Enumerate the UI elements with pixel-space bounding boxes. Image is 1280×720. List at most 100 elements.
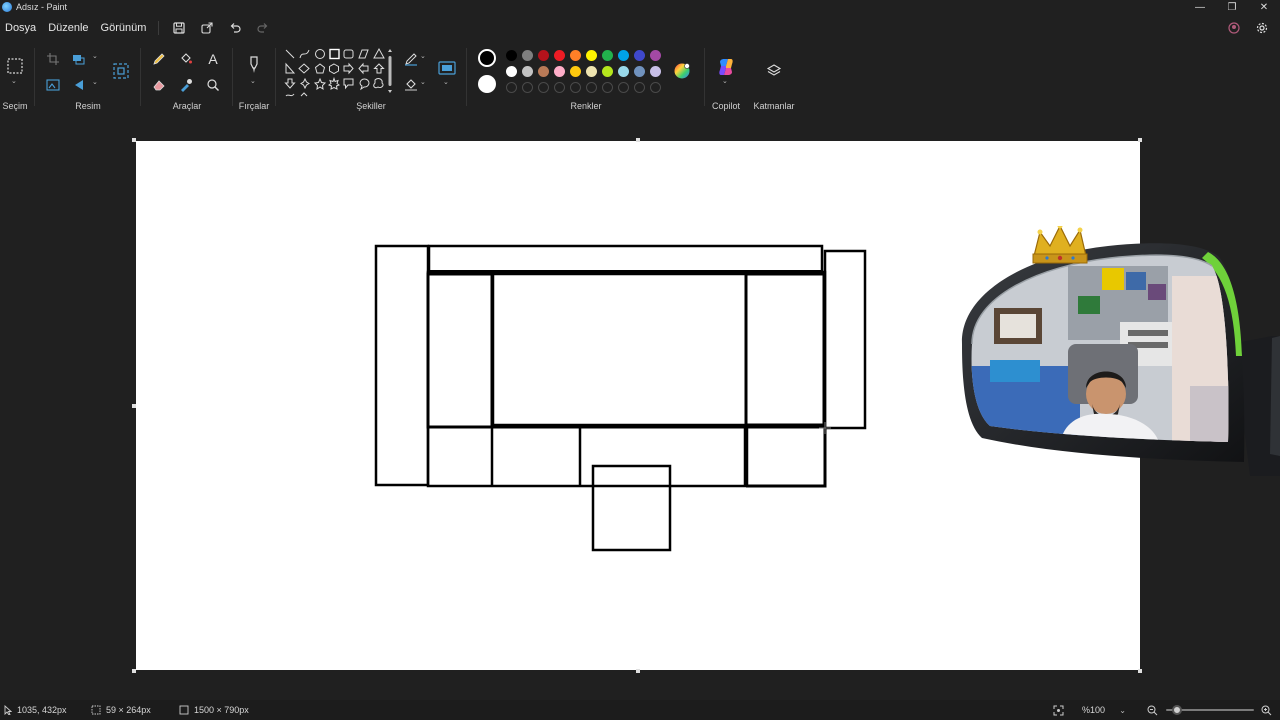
crosshair-cursor-icon [819,422,831,434]
brushes-label: Fırçalar [238,101,270,111]
primary-color[interactable] [478,49,496,67]
fill-chevron-down-icon[interactable]: ⌄ [420,78,426,86]
color-swatch[interactable] [634,66,645,77]
custom-color-slot[interactable] [602,82,613,93]
outline-chevron-down-icon[interactable]: ⌄ [420,52,426,60]
secondary-color[interactable] [478,75,496,93]
resize-chevron-down-icon[interactable]: ⌄ [92,52,98,60]
color-swatch[interactable] [650,50,661,61]
color-picker-icon[interactable] [175,74,197,96]
ribbon-toolbar: ⌄ Seçim ⌄ ⌄ Resim A Araçlar ⌄ Fırçalar Ş… [0,42,1280,114]
color-swatch[interactable] [570,50,581,61]
maximize-button[interactable]: ❐ [1216,0,1248,14]
color-swatch[interactable] [650,66,661,77]
selection-group: ⌄ Seçim [0,42,30,114]
custom-color-slot[interactable] [634,82,645,93]
zoom-dropdown[interactable]: %100 ⌄ [1076,703,1136,717]
flip-icon[interactable] [68,74,90,96]
selection-chevron-down-icon[interactable]: ⌄ [11,77,17,85]
fit-to-window-icon[interactable] [1053,700,1069,720]
menu-file[interactable]: Dosya [0,14,42,42]
custom-color-slot[interactable] [506,82,517,93]
magnifier-icon[interactable] [202,74,224,96]
copilot-chevron-down-icon[interactable]: ⌄ [722,77,728,85]
minimize-button[interactable]: — [1184,0,1216,14]
custom-color-slot[interactable] [570,82,581,93]
text-tool-icon[interactable]: A [202,48,224,70]
resize-handle-left[interactable] [132,404,136,408]
color-swatch[interactable] [522,66,533,77]
custom-color-slot[interactable] [554,82,565,93]
color-swatch[interactable] [506,66,517,77]
image-group: ⌄ ⌄ Resim [38,42,138,114]
pencil-icon[interactable] [148,48,170,70]
copilot-icon[interactable] [715,56,737,78]
colors-group: Renkler [470,42,702,114]
image-select-icon[interactable] [42,74,64,96]
color-swatch[interactable] [522,50,533,61]
layers-icon[interactable] [763,60,785,82]
brush-icon[interactable] [243,54,265,76]
pointer-icon [4,705,12,715]
shape-outline-icon[interactable] [400,48,422,70]
flip-chevron-down-icon[interactable]: ⌄ [92,78,98,86]
shapes-scrollbar[interactable] [386,48,394,94]
eraser-icon[interactable] [148,74,170,96]
resize-handle-top-left[interactable] [132,138,136,142]
color-swatch[interactable] [554,66,565,77]
edit-colors-icon[interactable] [671,60,693,82]
settings-icon[interactable] [1250,16,1274,40]
color-swatch[interactable] [554,50,565,61]
save-icon[interactable] [167,16,191,40]
close-button[interactable]: ✕ [1248,0,1280,14]
menu-edit[interactable]: Düzenle [42,14,94,42]
color-swatch[interactable] [602,50,613,61]
color-swatch[interactable] [586,50,597,61]
crop-icon[interactable] [42,48,64,70]
paint-app-icon [2,2,12,12]
resize-handle-top[interactable] [636,138,640,142]
shape-fill-icon[interactable] [400,74,422,96]
color-swatch[interactable] [618,50,629,61]
selection-size-icon [91,705,101,715]
zoom-value: %100 [1082,705,1106,715]
canvas-size-icon [179,705,189,715]
brushes-group: ⌄ Fırçalar [236,42,272,114]
share-icon[interactable] [195,16,219,40]
custom-color-slot[interactable] [618,82,629,93]
resize-handle-bottom-left[interactable] [132,669,136,673]
color-swatch[interactable] [634,50,645,61]
remove-background-icon[interactable] [110,60,132,82]
style-chevron-down-icon[interactable]: ⌄ [443,78,449,86]
resize-handle-bottom[interactable] [636,669,640,673]
color-swatch[interactable] [618,66,629,77]
resize-icon[interactable] [68,48,90,70]
custom-color-slot[interactable] [650,82,661,93]
custom-color-slot[interactable] [522,82,533,93]
account-icon[interactable] [1222,16,1246,40]
redo-icon[interactable] [251,16,275,40]
undo-icon[interactable] [223,16,247,40]
color-swatch[interactable] [586,66,597,77]
selection-size: 59 × 264px [91,700,151,720]
shape-style-icon[interactable] [436,57,458,79]
color-swatch[interactable] [538,50,549,61]
zoom-in-icon[interactable] [1261,700,1277,720]
custom-color-slot[interactable] [586,82,597,93]
color-swatch[interactable] [570,66,581,77]
color-swatch[interactable] [506,50,517,61]
selection-rect-icon[interactable] [4,55,26,77]
menu-view[interactable]: Görünüm [95,14,153,42]
custom-color-slot[interactable] [538,82,549,93]
ribbon-divider [34,48,35,106]
color-swatch[interactable] [538,66,549,77]
color-swatch[interactable] [602,66,613,77]
zoom-slider-thumb[interactable] [1171,705,1182,715]
zoom-out-icon[interactable] [1147,700,1163,720]
resize-handle-bottom-right[interactable] [1138,669,1142,673]
brush-chevron-down-icon[interactable]: ⌄ [250,77,256,85]
shapes-gallery-svg[interactable] [282,46,394,98]
fill-bucket-icon[interactable] [175,48,197,70]
resize-handle-top-right[interactable] [1138,138,1142,142]
tools-label: Araçlar [172,101,202,111]
